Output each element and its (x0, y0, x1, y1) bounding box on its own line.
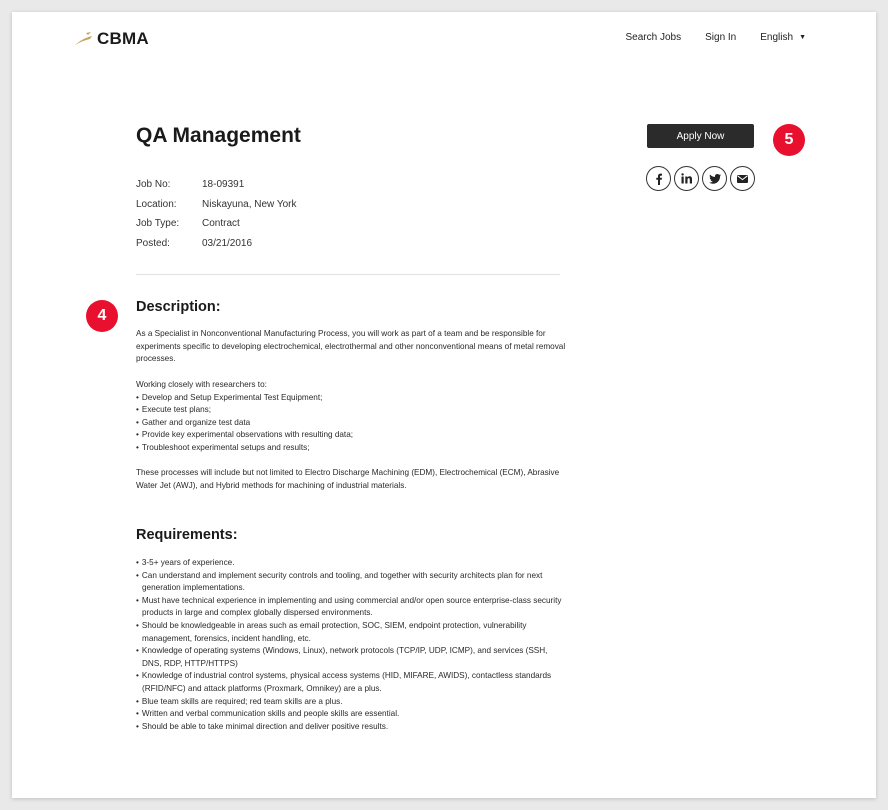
job-meta: Job No: 18-09391 Location: Niskayuna, Ne… (136, 175, 297, 253)
step-badge-4: 4 (86, 300, 118, 332)
list-item: Should be knowledgeable in areas such as… (136, 620, 566, 645)
list-item: Gather and organize test data (136, 417, 566, 430)
description-intro: As a Specialist in Nonconventional Manuf… (136, 329, 566, 364)
meta-row-job-type: Job Type: Contract (136, 214, 297, 234)
list-item: Blue team skills are required; red team … (136, 696, 566, 709)
list-item: Written and verbal communication skills … (136, 708, 566, 721)
job-title: QA Management (136, 124, 301, 147)
logo-swoosh-icon (75, 32, 92, 45)
share-buttons (646, 166, 755, 191)
nav-sign-in-link[interactable]: Sign In (705, 32, 736, 43)
description-work-block: Working closely with researchers to: Dev… (136, 379, 566, 455)
meta-row-location: Location: Niskayuna, New York (136, 195, 297, 215)
page-frame: CBMA Search Jobs Sign In English ▼ QA Ma… (12, 12, 876, 798)
meta-value: 18-09391 (202, 179, 245, 191)
step-badge-5: 5 (773, 124, 805, 156)
meta-label: Location: (136, 198, 177, 210)
list-item: Knowledge of industrial control systems,… (136, 670, 566, 695)
list-item: 3-5+ years of experience. (136, 557, 566, 570)
meta-value: 03/21/2016 (202, 237, 253, 249)
requirements-heading: Requirements: (136, 527, 238, 543)
meta-value: Niskayuna, New York (202, 198, 297, 210)
twitter-icon[interactable] (702, 166, 727, 191)
meta-label: Posted: (136, 237, 170, 249)
linkedin-icon[interactable] (674, 166, 699, 191)
language-selector[interactable]: English ▼ (760, 32, 806, 43)
language-label: English (760, 32, 794, 43)
facebook-icon[interactable] (646, 166, 671, 191)
meta-row-posted: Posted: 03/21/2016 (136, 234, 297, 254)
meta-label: Job Type: (136, 218, 180, 230)
list-item: Can understand and implement security co… (136, 570, 566, 595)
list-item: Develop and Setup Experimental Test Equi… (136, 392, 566, 405)
cbma-logo[interactable]: CBMA (74, 29, 149, 49)
list-item: Should be able to take minimal direction… (136, 721, 566, 734)
description-heading: Description: (136, 299, 221, 315)
apply-now-button[interactable]: Apply Now (647, 124, 754, 148)
list-item: Troubleshoot experimental setups and res… (136, 442, 566, 455)
email-icon[interactable] (730, 166, 755, 191)
list-item: Must have technical experience in implem… (136, 595, 566, 620)
meta-row-job-no: Job No: 18-09391 (136, 175, 297, 195)
meta-value: Contract (202, 218, 240, 230)
caret-down-icon: ▼ (799, 34, 806, 41)
list-item: Knowledge of operating systems (Windows,… (136, 645, 566, 670)
meta-label: Job No: (136, 179, 171, 191)
description-closing: These processes will include but not lim… (136, 468, 560, 490)
list-item: Execute test plans; (136, 404, 566, 417)
section-divider (136, 274, 560, 275)
work-list: Develop and Setup Experimental Test Equi… (136, 392, 566, 455)
top-nav: Search Jobs Sign In English ▼ (626, 32, 806, 43)
requirements-list: 3-5+ years of experience. Can understand… (136, 557, 566, 733)
logo-text: CBMA (97, 29, 149, 48)
work-intro: Working closely with researchers to: (136, 380, 267, 389)
nav-search-jobs-link[interactable]: Search Jobs (626, 32, 682, 43)
list-item: Provide key experimental observations wi… (136, 429, 566, 442)
